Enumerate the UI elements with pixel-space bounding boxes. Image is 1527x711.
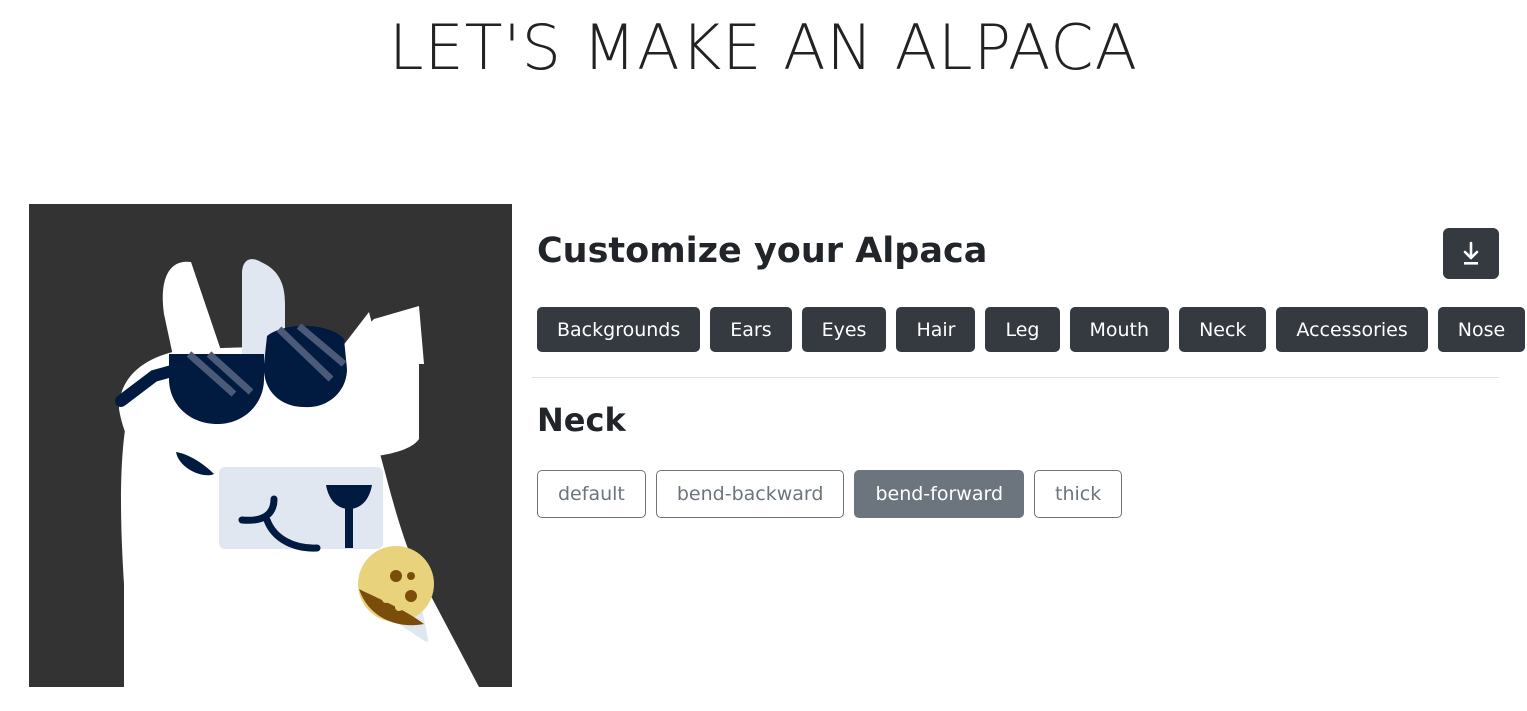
divider [532,377,1499,378]
category-tabs: Backgrounds Ears Eyes Hair Leg Mouth Nec… [537,307,1526,352]
page-title: LET'S MAKE AN ALPACA [388,11,1139,84]
download-button[interactable] [1443,228,1499,279]
alpaca-muzzle [219,467,383,549]
category-ears-button[interactable]: Ears [710,307,792,352]
option-bend-forward-button[interactable]: bend-forward [854,470,1025,518]
alpaca-image [115,259,480,687]
alpaca-hoof [384,641,475,687]
neck-options: default bend-backward bend-forward thick [537,470,1123,518]
option-bend-backward-button[interactable]: bend-backward [655,470,845,518]
category-nose-button[interactable]: Nose [1437,307,1526,352]
option-default-button[interactable]: default [537,470,646,518]
category-backgrounds-button[interactable]: Backgrounds [537,307,701,352]
alpaca-preview [29,204,512,687]
download-icon [1463,241,1479,265]
category-mouth-button[interactable]: Mouth [1069,307,1170,352]
sunglasses-lens-right [263,325,347,408]
category-hair-button[interactable]: Hair [896,307,976,352]
category-eyes-button[interactable]: Eyes [801,307,887,352]
category-leg-button[interactable]: Leg [985,307,1060,352]
category-neck-button[interactable]: Neck [1179,307,1267,352]
panel-title: Customize your Alpaca [537,231,988,271]
option-thick-button[interactable]: thick [1034,470,1123,518]
section-title: Neck [537,401,626,439]
category-accessories-button[interactable]: Accessories [1276,307,1428,352]
